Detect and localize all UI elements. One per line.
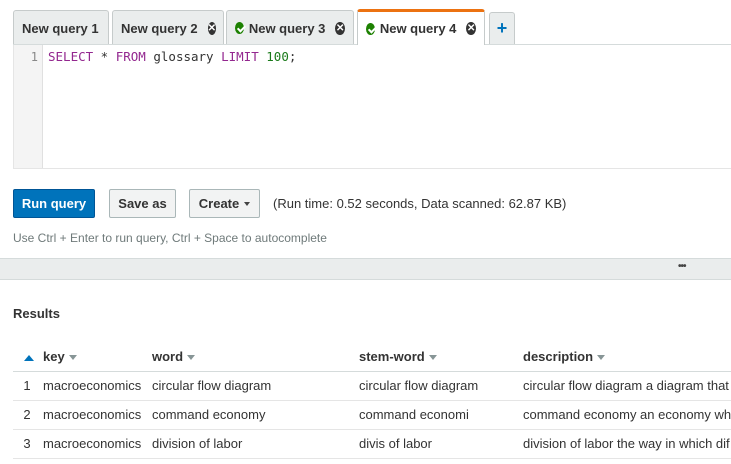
tab-label: New query 3 — [248, 20, 326, 36]
sort-icon — [597, 355, 606, 361]
results-table: key word stem-word description 1 macroec… — [13, 343, 731, 459]
create-dropdown-button[interactable]: Create — [189, 189, 260, 218]
cell-stem-word: command economi — [359, 407, 469, 422]
cell-word: circular flow diagram — [152, 378, 272, 393]
sort-ascending-icon[interactable] — [13, 343, 41, 371]
tab-new-query-3[interactable]: New query 3 ✕ — [226, 10, 354, 45]
column-header-label: word — [152, 349, 184, 364]
results-title: Results — [13, 306, 60, 321]
keyboard-hint: Use Ctrl + Enter to run query, Ctrl + Sp… — [13, 231, 327, 245]
column-header-label: description — [523, 349, 594, 364]
add-tab-button[interactable]: + — [489, 12, 515, 45]
cell-word: division of labor — [152, 436, 243, 451]
create-button-label: Create — [198, 196, 240, 211]
column-header-label: stem-word — [359, 349, 425, 364]
sql-token: SELECT — [48, 49, 94, 64]
cell-word: command economy — [152, 407, 266, 422]
table-row[interactable]: 1 macroeconomics circular flow diagram c… — [13, 372, 731, 401]
resize-divider[interactable]: ••• — [0, 258, 731, 280]
tab-new-query-4[interactable]: New query 4 ✕ — [357, 9, 485, 45]
cell-key: macroeconomics — [43, 378, 142, 393]
chevron-down-icon — [244, 201, 251, 206]
cell-key: macroeconomics — [43, 436, 142, 451]
cell-key: macroeconomics — [43, 407, 142, 422]
close-tab-icon[interactable]: ✕ — [207, 21, 216, 35]
column-header-stem-word[interactable]: stem-word — [359, 343, 514, 371]
row-number: 2 — [23, 407, 31, 422]
row-number: 1 — [23, 378, 31, 393]
cell-stem-word: circular flow diagram — [359, 378, 479, 393]
sort-icon — [187, 355, 196, 361]
tab-label: New query 1 — [22, 20, 99, 36]
success-check-icon — [235, 22, 244, 34]
query-editor[interactable]: 1 SELECT * FROM glossary LIMIT 100; — [13, 45, 731, 169]
column-header-word[interactable]: word — [152, 343, 352, 371]
tab-label: New query 4 — [379, 21, 457, 36]
sql-token: * — [93, 49, 116, 64]
query-tab-bar: New query 1 New query 2 ✕ New query 3 ✕ … — [0, 0, 731, 45]
cell-description: command economy an economy wh — [523, 407, 731, 422]
save-as-button[interactable]: Save as — [109, 189, 176, 218]
success-check-icon — [366, 22, 375, 35]
column-header-description[interactable]: description — [523, 343, 731, 371]
sort-icon — [428, 355, 437, 361]
cell-description: division of labor the way in which dif — [523, 436, 730, 451]
sql-token: FROM — [115, 49, 146, 64]
close-tab-icon[interactable]: ✕ — [466, 22, 476, 35]
column-header-label: key — [43, 349, 65, 364]
sql-code[interactable]: SELECT * FROM glossary LIMIT 100; — [48, 49, 296, 64]
table-row[interactable]: 3 macroeconomics division of labor divis… — [13, 430, 731, 459]
cell-stem-word: divis of labor — [359, 436, 432, 451]
line-number: 1 — [30, 50, 38, 64]
sort-icon — [68, 355, 77, 361]
close-tab-icon[interactable]: ✕ — [335, 21, 345, 35]
tab-new-query-1[interactable]: New query 1 — [13, 10, 109, 45]
sql-token: LIMIT — [221, 49, 259, 64]
table-row[interactable]: 2 macroeconomics command economy command… — [13, 401, 731, 430]
run-query-button[interactable]: Run query — [13, 189, 95, 218]
column-header-key[interactable]: key — [43, 343, 149, 371]
sql-token: ; — [288, 49, 297, 64]
sql-token: 100 — [266, 49, 289, 64]
drag-handle-icon[interactable]: ••• — [678, 261, 686, 272]
line-number-gutter: 1 — [14, 45, 43, 168]
cell-description: circular flow diagram a diagram that — [523, 378, 729, 393]
sql-token: glossary — [145, 49, 222, 64]
table-header-row: key word stem-word description — [13, 343, 731, 372]
tab-label: New query 2 — [121, 20, 198, 36]
run-stats: (Run time: 0.52 seconds, Data scanned: 6… — [273, 196, 567, 211]
tab-new-query-2[interactable]: New query 2 ✕ — [112, 10, 224, 45]
row-number: 3 — [23, 436, 31, 451]
